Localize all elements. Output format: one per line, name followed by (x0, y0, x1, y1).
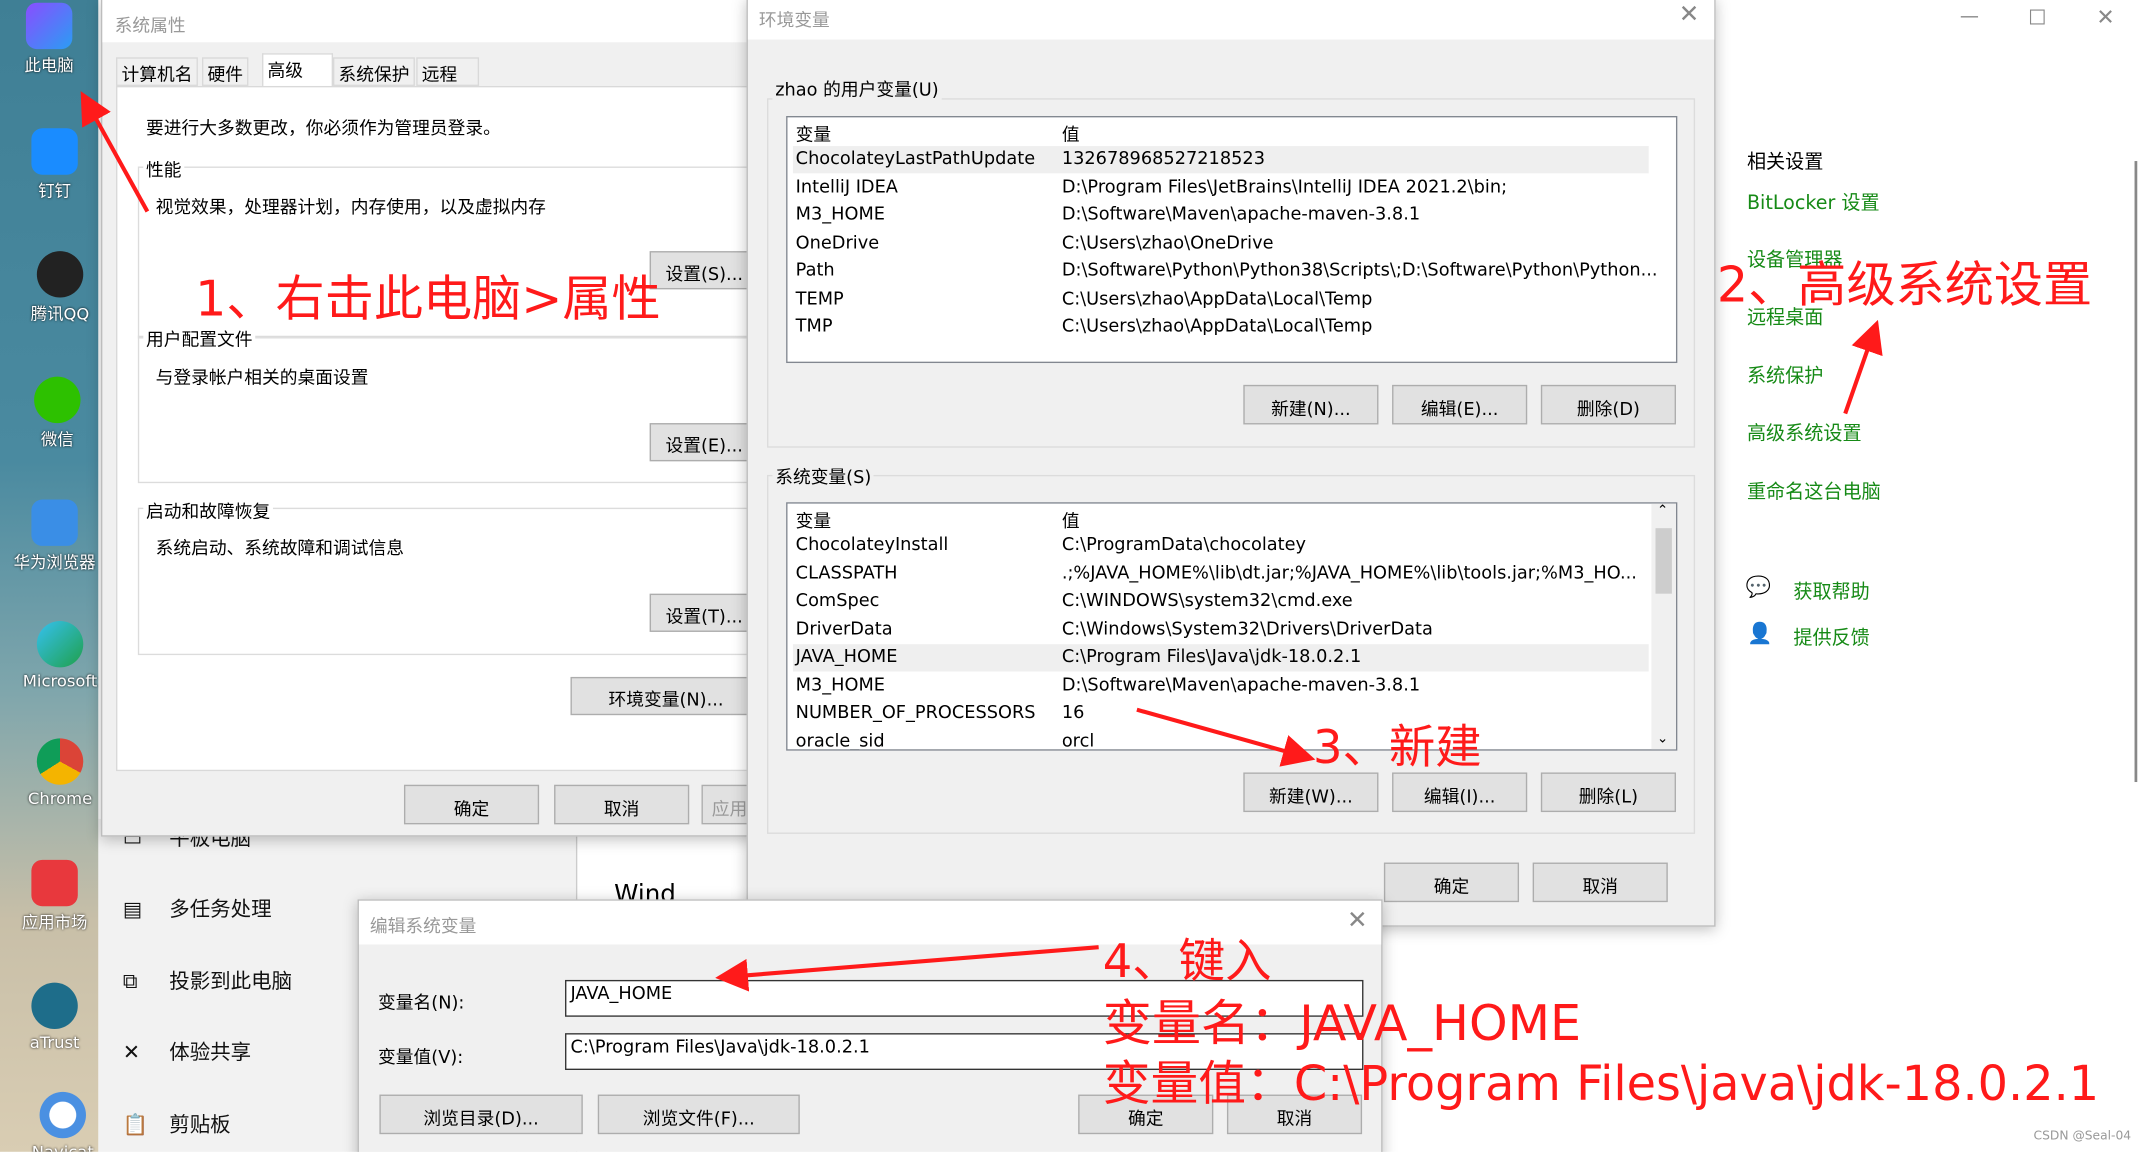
arrow-step3 (1136, 707, 1316, 767)
arrow-step1 (80, 91, 150, 213)
screen: ▭ 平板电脑 ▤ 多任务处理 ⧉ 投影到此电脑 ✕ 体验共享 📋 剪贴板 Wind — ☐… (0, 0, 2140, 1152)
annotation-step4: 4、键入 (1102, 934, 1272, 990)
annotation-arrows (80, 91, 1883, 992)
annotation-step3: 3、新建 (1312, 720, 1482, 776)
watermark: CSDN @Seal-04 (2033, 1130, 2132, 1144)
annotation-step2: 2、高级系统设置 (1716, 257, 2093, 314)
annotation-step1: 1、右击此电脑>属性 (195, 271, 661, 328)
arrow-step2 (1843, 319, 1883, 415)
annotation-value-hint: 变量值：C:\Program Files\java\jdk-18.0.2.1 (1102, 1057, 2100, 1113)
annotation-name-hint: 变量名：JAVA_HOME (1102, 996, 1582, 1053)
arrow-step4 (715, 945, 1099, 992)
